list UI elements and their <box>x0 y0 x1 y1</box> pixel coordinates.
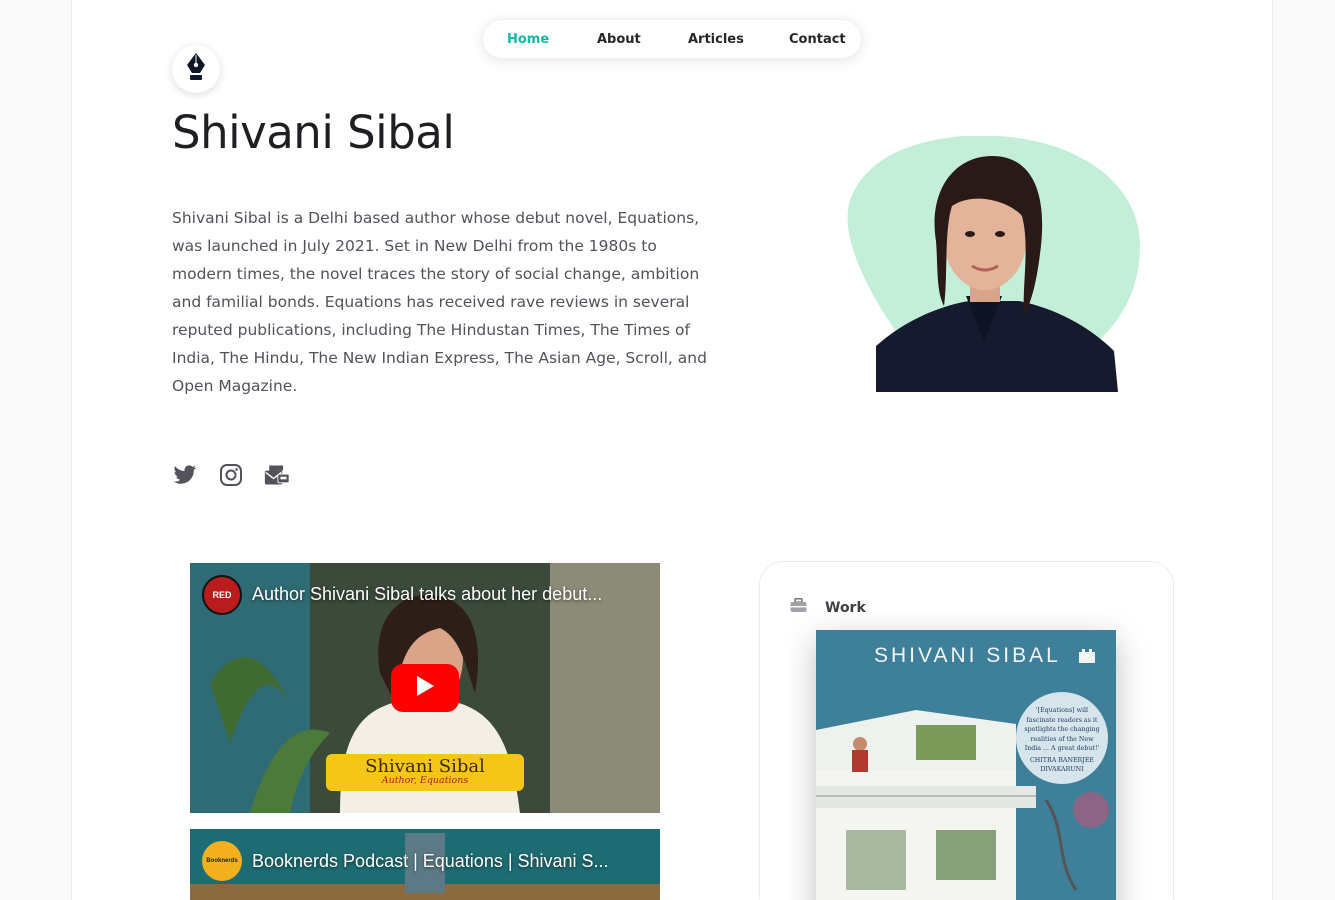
play-icon <box>415 675 435 701</box>
work-label: Work <box>825 599 866 616</box>
social-links <box>172 462 290 488</box>
top-nav: Home About Articles Contact <box>482 19 862 59</box>
twitter-icon[interactable] <box>172 462 198 488</box>
video-title[interactable]: Booknerds Podcast | Equations | Shivani … <box>252 851 609 872</box>
video-title[interactable]: Author Shivani Sibal talks about her deb… <box>252 584 602 605</box>
fountain-pen-nib-icon <box>185 52 207 86</box>
play-button[interactable] <box>391 664 459 712</box>
video-embed[interactable]: RED Author Shivani Sibal talks about her… <box>190 563 660 813</box>
author-portrait <box>844 135 1144 392</box>
publisher-logo-icon <box>1078 648 1096 668</box>
channel-avatar[interactable]: Booknerds <box>202 841 242 881</box>
work-header: Work <box>790 598 866 617</box>
mail-icon[interactable] <box>264 462 290 488</box>
work-card: Work SHIVANI SIBAL '[Equations] will fas… <box>759 561 1174 900</box>
home-logo[interactable] <box>172 45 220 93</box>
channel-avatar[interactable]: RED <box>202 575 242 615</box>
nav-about[interactable]: About <box>597 32 641 47</box>
author-bio: Shivani Sibal is a Delhi based author wh… <box>172 209 707 395</box>
book-cover[interactable]: SHIVANI SIBAL '[Equations] will fascinat… <box>816 630 1116 900</box>
nav-articles[interactable]: Articles <box>688 32 744 47</box>
nav-contact[interactable]: Contact <box>789 32 846 47</box>
nav-home[interactable]: Home <box>507 32 549 47</box>
briefcase-icon <box>790 598 807 617</box>
book-author: SHIVANI SIBAL <box>874 644 1061 667</box>
video-embed[interactable]: Booknerds Booknerds Podcast | Equations … <box>190 829 660 900</box>
page-title: Shivani Sibal <box>172 106 455 159</box>
book-quote-badge: '[Equations] will fascinate readers as i… <box>1016 692 1108 784</box>
lower-third: Shivani Sibal Author, Equations <box>326 754 524 791</box>
instagram-icon[interactable] <box>218 462 244 488</box>
